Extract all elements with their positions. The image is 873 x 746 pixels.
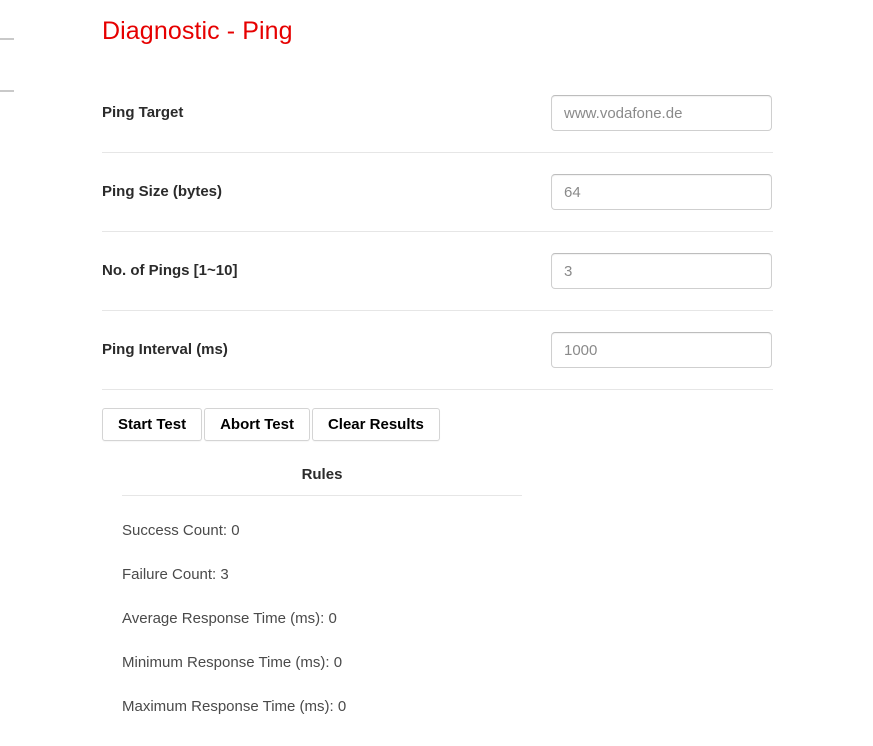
form-row-ping-interval: Ping Interval (ms) [102, 311, 773, 390]
result-minimum-response-time: Minimum Response Time (ms): 0 [122, 654, 343, 671]
ping-size-label: Ping Size (bytes) [102, 183, 223, 200]
result-failure-count: Failure Count: 3 [122, 566, 229, 583]
start-test-button[interactable]: Start Test [102, 408, 203, 441]
form-row-ping-size: Ping Size (bytes) [102, 153, 773, 232]
result-maximum-response-time: Maximum Response Time (ms): 0 [122, 698, 347, 715]
form-row-ping-count: No. of Pings [1~10] [102, 232, 773, 311]
result-success-count: Success Count: 0 [122, 522, 240, 539]
action-button-bar: Start Test Abort Test Clear Results [102, 408, 773, 441]
ping-count-label: No. of Pings [1~10] [102, 262, 238, 279]
clear-results-button[interactable]: Clear Results [311, 408, 440, 441]
ping-size-input[interactable] [551, 174, 772, 210]
ping-count-control [551, 253, 773, 289]
ping-interval-label: Ping Interval (ms) [102, 341, 228, 358]
results-panel: Rules Success Count: 0 Failure Count: 3 … [122, 466, 522, 716]
results-title: Rules [122, 466, 522, 496]
ping-target-control [551, 95, 773, 131]
form-row-ping-target: Ping Target [102, 74, 773, 153]
abort-test-button[interactable]: Abort Test [204, 408, 310, 441]
ping-target-label: Ping Target [102, 104, 184, 121]
sidebar-edge-stub-top [0, 38, 14, 40]
result-average-response-time: Average Response Time (ms): 0 [122, 610, 337, 627]
ping-count-input[interactable] [551, 253, 772, 289]
ping-target-input[interactable] [551, 95, 772, 131]
ping-settings-form: Ping Target Ping Size (bytes) No. of Pin… [102, 74, 773, 390]
ping-diagnostic-page: Diagnostic - Ping Ping Target Ping Size … [102, 0, 773, 716]
sidebar-edge-stub-bottom [0, 90, 14, 92]
ping-size-control [551, 174, 773, 210]
ping-interval-control [551, 332, 773, 368]
ping-interval-input[interactable] [551, 332, 772, 368]
page-title: Diagnostic - Ping [102, 17, 293, 45]
